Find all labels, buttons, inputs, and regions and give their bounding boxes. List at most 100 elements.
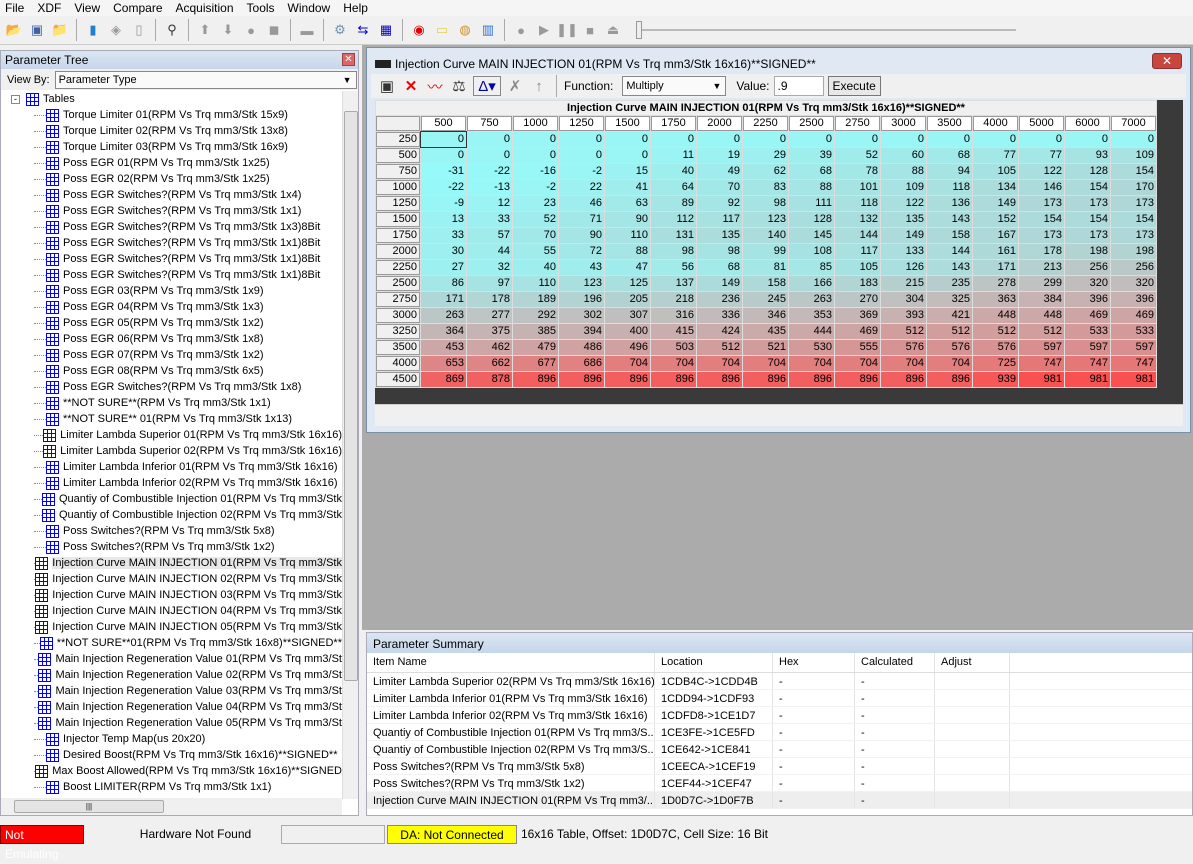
record-icon[interactable]: ● xyxy=(511,20,531,40)
swap-arrows-icon[interactable]: ⇆ xyxy=(353,20,373,40)
table-cell[interactable]: 0 xyxy=(697,132,742,147)
column-header[interactable]: 750 xyxy=(467,116,512,131)
view-by-select[interactable]: Parameter Type ▼ xyxy=(54,70,357,89)
execute-button[interactable]: Execute xyxy=(827,76,881,96)
tree-item[interactable]: Poss EGR Switches?(RPM Vs Trq mm3/Stk 1x… xyxy=(1,187,342,203)
column-header[interactable]: 1500 xyxy=(605,116,650,131)
table-cell[interactable]: 46 xyxy=(559,196,604,211)
tree-item[interactable]: Injection Curve MAIN INJECTION 01(RPM Vs… xyxy=(1,555,342,571)
table-cell[interactable]: 304 xyxy=(881,292,926,307)
table-cell[interactable]: 71 xyxy=(559,212,604,227)
open-folder-icon[interactable]: 📂 xyxy=(4,20,24,40)
save-icon[interactable]: ▣ xyxy=(377,76,397,96)
table-cell[interactable]: 704 xyxy=(789,356,834,371)
table-cell[interactable]: 453 xyxy=(421,340,466,355)
table-cell[interactable]: 576 xyxy=(927,340,972,355)
table-cell[interactable]: 109 xyxy=(1111,148,1156,163)
table-cell[interactable]: 118 xyxy=(927,180,972,195)
column-header[interactable]: 2250 xyxy=(743,116,788,131)
table-cell[interactable]: 111 xyxy=(789,196,834,211)
table-cell[interactable]: 0 xyxy=(513,132,558,147)
cable-icon[interactable]: ⚲ xyxy=(162,20,182,40)
table-cell[interactable]: 597 xyxy=(1065,340,1110,355)
table-cell[interactable]: 555 xyxy=(835,340,880,355)
table-cell[interactable]: 0 xyxy=(881,132,926,147)
table-cell[interactable]: 43 xyxy=(559,260,604,275)
table-cell[interactable]: 320 xyxy=(1111,276,1156,291)
table-cell[interactable]: 597 xyxy=(1019,340,1064,355)
table-cell[interactable]: 90 xyxy=(605,212,650,227)
table-cell[interactable]: 135 xyxy=(697,228,742,243)
stop-icon[interactable]: ■ xyxy=(580,20,600,40)
table-cell[interactable]: 189 xyxy=(513,292,558,307)
summary-row[interactable]: Limiter Lambda Inferior 01(RPM Vs Trq mm… xyxy=(367,690,1192,707)
table-cell[interactable]: 19 xyxy=(697,148,742,163)
table-cell[interactable]: 110 xyxy=(513,276,558,291)
table-cell[interactable]: 33 xyxy=(467,212,512,227)
table-cell[interactable]: 396 xyxy=(1111,292,1156,307)
slider-handle[interactable] xyxy=(636,21,642,39)
tree-item[interactable]: Poss EGR Switches?(RPM Vs Trq mm3/Stk 1x… xyxy=(1,379,342,395)
table-cell[interactable]: 364 xyxy=(421,324,466,339)
table-cell[interactable]: -2 xyxy=(559,164,604,179)
interpolate-dropdown-icon[interactable]: Δ▾ xyxy=(473,76,501,96)
table-cell[interactable]: 704 xyxy=(743,356,788,371)
tree-item[interactable]: Main Injection Regeneration Value 03(RPM… xyxy=(1,683,342,699)
table-cell[interactable]: 171 xyxy=(973,260,1018,275)
tree-item[interactable]: Poss EGR 02(RPM Vs Trq mm3/Stk 1x25) xyxy=(1,171,342,187)
table-cell[interactable]: 70 xyxy=(513,228,558,243)
row-header[interactable]: 1250 xyxy=(376,196,420,211)
table-cell[interactable]: 22 xyxy=(559,180,604,195)
table-cell[interactable]: 198 xyxy=(1111,244,1156,259)
table-cell[interactable]: 29 xyxy=(743,148,788,163)
table-cell[interactable]: -13 xyxy=(467,180,512,195)
table-cell[interactable]: 128 xyxy=(1065,164,1110,179)
collapse-icon[interactable]: - xyxy=(11,94,20,104)
scroll-thumb[interactable]: ||| xyxy=(14,800,164,813)
table-cell[interactable]: 98 xyxy=(697,244,742,259)
table-cell[interactable]: 0 xyxy=(651,132,696,147)
table-cell[interactable]: 869 xyxy=(421,372,466,387)
tree-item[interactable]: Boost LIMITER(RPM Vs Trq mm3/Stk 1x1) xyxy=(1,779,342,795)
table-cell[interactable]: 68 xyxy=(789,164,834,179)
menu-window[interactable]: Window xyxy=(283,0,339,16)
tree-item[interactable]: **NOT SURE**(RPM Vs Trq mm3/Stk 1x1) xyxy=(1,395,342,411)
table-cell[interactable]: 122 xyxy=(1019,164,1064,179)
table-cell[interactable]: 704 xyxy=(927,356,972,371)
table-cell[interactable]: 677 xyxy=(513,356,558,371)
table-cell[interactable]: -31 xyxy=(421,164,466,179)
table-cell[interactable]: 40 xyxy=(651,164,696,179)
row-header[interactable]: 4500 xyxy=(376,372,420,387)
row-header[interactable]: 1750 xyxy=(376,228,420,243)
table-cell[interactable]: 704 xyxy=(697,356,742,371)
table-cell[interactable]: -16 xyxy=(513,164,558,179)
tree-vertical-scrollbar[interactable] xyxy=(342,91,358,799)
table-cell[interactable]: 27 xyxy=(421,260,466,275)
notepad-icon[interactable]: ▭ xyxy=(432,20,452,40)
function-select[interactable]: Multiply ▼ xyxy=(622,76,727,96)
tree-item[interactable]: Torque Limiter 01(RPM Vs Trq mm3/Stk 15x… xyxy=(1,107,342,123)
table-cell[interactable]: 108 xyxy=(789,244,834,259)
table-cell[interactable]: 105 xyxy=(973,164,1018,179)
table-cell[interactable]: 154 xyxy=(1111,164,1156,179)
blank-page-icon[interactable]: ▯ xyxy=(129,20,149,40)
table-cell[interactable]: 33 xyxy=(421,228,466,243)
table-cell[interactable]: 70 xyxy=(697,180,742,195)
tree-item[interactable]: Poss EGR 03(RPM Vs Trq mm3/Stk 1x9) xyxy=(1,283,342,299)
column-header[interactable]: 5000 xyxy=(1019,116,1064,131)
table-cell[interactable]: 444 xyxy=(789,324,834,339)
info-gauge-icon[interactable]: ◍ xyxy=(455,20,475,40)
table-cell[interactable]: 41 xyxy=(605,180,650,195)
playback-slider[interactable] xyxy=(636,21,1016,39)
column-header[interactable]: 1750 xyxy=(651,116,696,131)
table-cell[interactable]: 178 xyxy=(467,292,512,307)
play-icon[interactable]: ▶ xyxy=(534,20,554,40)
column-header[interactable]: 3500 xyxy=(927,116,972,131)
table-cell[interactable]: 205 xyxy=(605,292,650,307)
table-cell[interactable]: 896 xyxy=(881,372,926,387)
table-cell[interactable]: 363 xyxy=(973,292,1018,307)
menu-view[interactable]: View xyxy=(69,0,108,16)
table-cell[interactable]: 686 xyxy=(559,356,604,371)
table-cell[interactable]: 530 xyxy=(789,340,834,355)
column-header[interactable]: 1000 xyxy=(513,116,558,131)
